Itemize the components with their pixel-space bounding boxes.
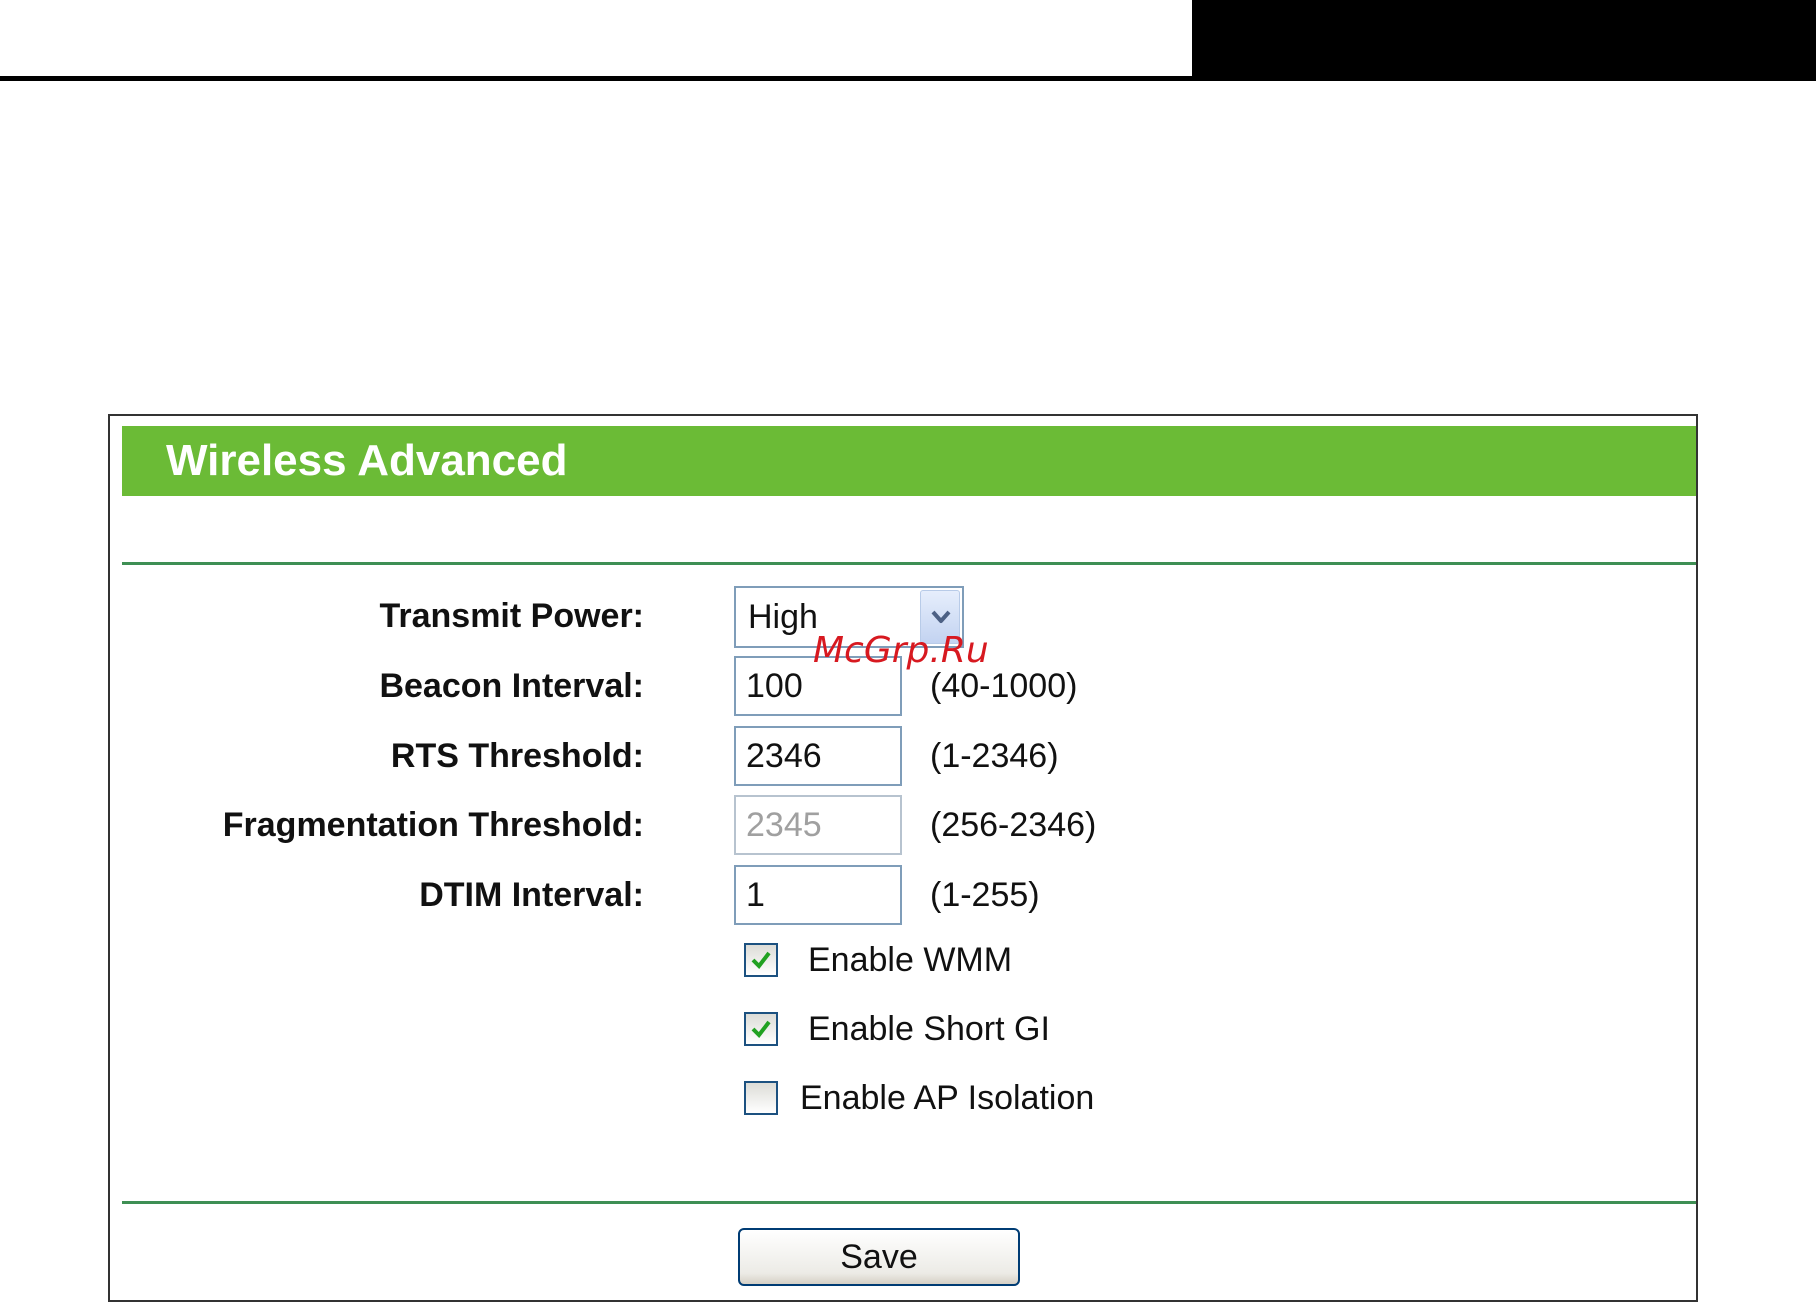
enable-short-gi-label: Enable Short GI <box>808 1010 1050 1048</box>
enable-ap-isolation-label: Enable AP Isolation <box>800 1079 1095 1117</box>
dtim-interval-range: (1-255) <box>930 876 1040 914</box>
title-bar: Wireless Advanced <box>122 426 1696 496</box>
enable-wmm-label: Enable WMM <box>808 941 1013 979</box>
bottom-divider <box>122 1201 1696 1204</box>
enable-ap-isolation-checkbox[interactable] <box>744 1081 778 1115</box>
header-black-block <box>1192 0 1816 76</box>
page-title: Wireless Advanced <box>166 436 568 485</box>
dtim-interval-label: DTIM Interval: <box>419 876 644 914</box>
dtim-interval-input[interactable] <box>734 865 902 925</box>
save-button[interactable]: Save <box>738 1228 1020 1286</box>
watermark-text: McGrp.Ru <box>813 630 989 671</box>
checkmark-icon <box>751 951 771 970</box>
checkmark-icon <box>751 1020 771 1039</box>
dtim-interval-row: DTIM Interval: (1-255) <box>110 865 1696 925</box>
rts-threshold-input[interactable] <box>734 726 902 786</box>
enable-short-gi-checkbox[interactable] <box>744 1012 778 1046</box>
wireless-advanced-panel: Wireless Advanced Transmit Power: High B… <box>108 414 1698 1302</box>
transmit-power-value: High <box>748 598 818 636</box>
top-divider <box>122 562 1696 565</box>
enable-wmm-checkbox[interactable] <box>744 943 778 977</box>
fragmentation-threshold-range: (256-2346) <box>930 806 1097 844</box>
page: Wireless Advanced Transmit Power: High B… <box>0 0 1816 1303</box>
rts-threshold-range: (1-2346) <box>930 737 1059 775</box>
rts-threshold-label: RTS Threshold: <box>390 737 644 775</box>
fragmentation-threshold-input <box>734 795 902 855</box>
transmit-power-label: Transmit Power: <box>379 597 644 635</box>
header-rule <box>0 76 1816 81</box>
fragmentation-threshold-row: Fragmentation Threshold: (256-2346) <box>110 795 1696 855</box>
rts-threshold-row: RTS Threshold: (1-2346) <box>110 726 1696 786</box>
beacon-interval-label: Beacon Interval: <box>379 667 644 705</box>
fragmentation-threshold-label: Fragmentation Threshold: <box>222 806 644 844</box>
